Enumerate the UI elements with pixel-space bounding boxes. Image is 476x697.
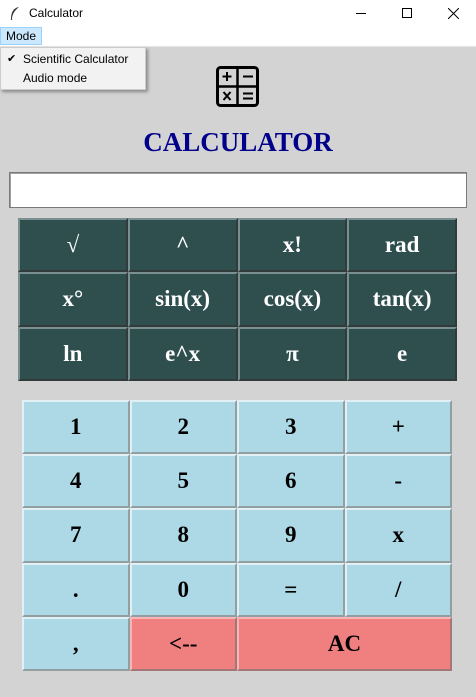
rad-button[interactable]: rad — [347, 218, 457, 273]
factorial-button[interactable]: x! — [237, 218, 348, 273]
menu-item-scientific-calculator[interactable]: ✔ Scientific Calculator — [1, 50, 145, 69]
calculator-icon — [216, 66, 259, 107]
menu-item-label: Audio mode — [23, 71, 88, 85]
digit-3-button[interactable]: 3 — [237, 400, 345, 455]
decimal-button[interactable]: . — [22, 562, 130, 617]
menu-bar: Mode — [0, 26, 476, 47]
divide-button[interactable]: / — [344, 562, 452, 617]
calculator-display[interactable] — [9, 172, 467, 208]
menu-item-label: Scientific Calculator — [23, 52, 129, 66]
digit-9-button[interactable]: 9 — [237, 508, 345, 563]
title-bar: Calculator — [0, 0, 476, 26]
checkmark-icon: ✔ — [7, 53, 17, 65]
digit-2-button[interactable]: 2 — [129, 400, 237, 455]
ln-button[interactable]: ln — [18, 326, 128, 381]
window-title: Calculator — [29, 6, 84, 20]
plus-button[interactable]: + — [344, 400, 452, 455]
exp-button[interactable]: e^x — [127, 326, 238, 381]
sin-button[interactable]: sin(x) — [127, 272, 238, 327]
digit-8-button[interactable]: 8 — [129, 508, 237, 563]
clear-button[interactable]: AC — [237, 616, 452, 671]
menu-item-audio-mode[interactable]: Audio mode — [1, 69, 145, 88]
maximize-icon[interactable] — [384, 0, 430, 26]
feather-icon — [10, 7, 19, 20]
minimize-icon[interactable] — [338, 0, 384, 26]
pi-button[interactable]: π — [237, 326, 348, 381]
backspace-button[interactable]: <-- — [129, 616, 237, 671]
e-button[interactable]: e — [347, 326, 457, 381]
multiply-button[interactable]: x — [344, 508, 452, 563]
close-icon[interactable] — [430, 0, 476, 26]
digit-5-button[interactable]: 5 — [129, 454, 237, 509]
sqrt-button[interactable]: √ — [18, 218, 128, 273]
cos-button[interactable]: cos(x) — [237, 272, 348, 327]
digit-1-button[interactable]: 1 — [22, 400, 130, 455]
mode-menu[interactable]: Mode — [0, 27, 43, 45]
equals-button[interactable]: = — [237, 562, 345, 617]
power-button[interactable]: ^ — [127, 218, 238, 273]
digit-0-button[interactable]: 0 — [129, 562, 237, 617]
comma-button[interactable]: , — [22, 616, 130, 671]
number-keypad: 1 2 3 + 4 5 6 - 7 8 9 x . 0 = / , <-- AC — [22, 400, 452, 671]
app-heading: CALCULATOR — [143, 127, 333, 157]
tan-button[interactable]: tan(x) — [347, 272, 457, 327]
degree-button[interactable]: x° — [18, 272, 128, 327]
digit-4-button[interactable]: 4 — [22, 454, 130, 509]
digit-6-button[interactable]: 6 — [237, 454, 345, 509]
digit-7-button[interactable]: 7 — [22, 508, 130, 563]
minus-button[interactable]: - — [344, 454, 452, 509]
mode-dropdown: ✔ Scientific Calculator Audio mode — [0, 47, 146, 90]
scientific-keypad: √ ^ x! rad x° sin(x) cos(x) tan(x) ln e^… — [18, 218, 457, 381]
